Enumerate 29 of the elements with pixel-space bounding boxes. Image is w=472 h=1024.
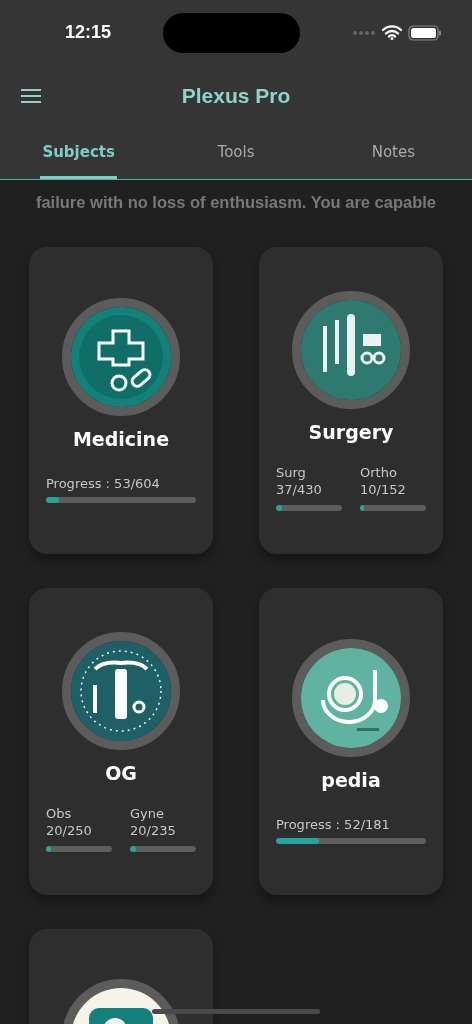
section-label: Ortho: [360, 464, 398, 480]
status-time: 12:15: [65, 22, 112, 43]
subject-title: OG: [105, 761, 137, 784]
progress-count: 20/250: [46, 822, 93, 838]
section-label: Surg: [276, 464, 307, 480]
app-title: Plexus Pro: [181, 84, 291, 108]
subject-title: pedia: [321, 769, 381, 791]
signal-icon: [352, 29, 376, 36]
section-label: Gyne: [130, 805, 165, 821]
progress-count: 20/235: [130, 822, 177, 838]
subject-card[interactable]: Medicine Progress : 53/604: [29, 247, 213, 554]
subject-card[interactable]: OG Obs 20/250 Gyne 20/235: [29, 588, 213, 895]
progress-count: 10/152: [360, 481, 407, 497]
progress-count: 37/430: [276, 481, 323, 497]
subject-title: Medicine: [72, 428, 170, 450]
menu-icon: [20, 88, 42, 104]
progress-label: Progress : 53/604: [46, 476, 161, 491]
section-label: Obs: [46, 805, 73, 821]
tab[interactable]: Subjects: [40, 127, 117, 179]
quote-ticker: failure with no loss of enthusiasm. You are capable: [35, 193, 437, 212]
battery-icon: [408, 24, 442, 41]
subject-card[interactable]: pedia Progress : 52/181: [259, 588, 443, 895]
tab[interactable]: Notes: [369, 127, 417, 179]
subject-card[interactable]: Surgery Surg 37/430 Ortho 10/152: [259, 247, 443, 554]
subject-title: Surgery: [308, 420, 394, 443]
wifi-icon: [382, 25, 402, 40]
menu-button[interactable]: [20, 88, 42, 104]
progress-label: Progress : 52/181: [276, 817, 391, 832]
tab[interactable]: Tools: [215, 127, 257, 179]
